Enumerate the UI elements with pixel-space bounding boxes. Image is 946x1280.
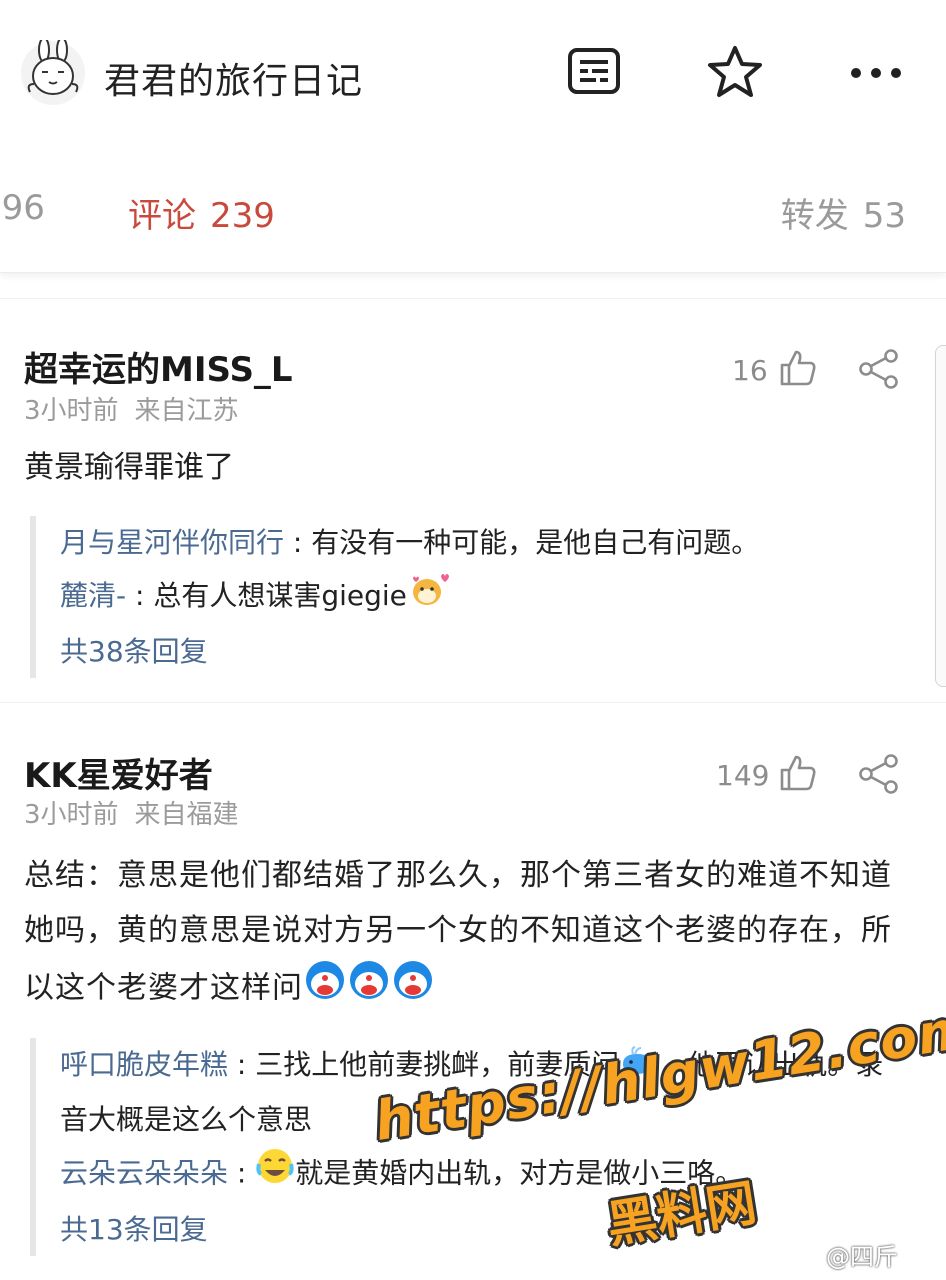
comment-meta: 3小时前 来自福建 xyxy=(24,794,239,831)
comment-username[interactable]: 超幸运的MISS_L xyxy=(24,342,293,391)
favorite-button[interactable] xyxy=(706,44,764,100)
comment-location: 来自江苏 xyxy=(134,396,239,426)
reposts-count: 53 xyxy=(862,196,906,236)
rabbit-avatar-icon xyxy=(21,37,85,105)
comment-like-count[interactable]: 149 xyxy=(716,759,769,792)
comment-location: 来自福建 xyxy=(134,800,239,830)
doraemon-laugh-emoji-icon xyxy=(303,958,435,1020)
hamster-heart-emoji-icon xyxy=(407,570,449,625)
reply-item[interactable]: 麓清- : 总有人想谋害giegie xyxy=(60,569,940,625)
likes-count: 796 xyxy=(0,188,45,228)
tab-comments[interactable]: 评论 239 xyxy=(128,188,275,237)
reply-username[interactable]: 呼口脆皮年糕 xyxy=(60,1048,228,1081)
reply-thread: 月与星河伴你同行 : 有没有一种可能，是他自己有问题。 麓清- : 总有人想谋害… xyxy=(30,516,940,678)
reply-username[interactable]: 麓清- xyxy=(60,579,126,612)
more-button[interactable] xyxy=(846,56,906,90)
tab-reposts[interactable]: 转发 53 xyxy=(781,188,906,237)
reply-count-link[interactable]: 共13条回复 xyxy=(60,1203,940,1256)
comment-text: 黄景瑜得罪谁了 xyxy=(24,450,234,485)
source-watermark: @四斤 xyxy=(826,1243,898,1271)
comment-like-count[interactable]: 16 xyxy=(732,354,768,387)
thumbs-up-icon[interactable] xyxy=(778,348,818,388)
reply-username[interactable]: 云朵云朵朵朵 xyxy=(60,1156,228,1189)
divider xyxy=(0,298,946,299)
blog-avatar[interactable] xyxy=(20,37,86,106)
star-icon xyxy=(708,46,762,97)
laugh-cry-emoji-icon xyxy=(255,1146,295,1203)
comment-time: 3小时前 xyxy=(24,800,119,830)
comment-username[interactable]: KK星爱好者 xyxy=(24,748,213,797)
comment-time: 3小时前 xyxy=(24,396,119,426)
stats-tabs: 796 评论 239 转发 53 xyxy=(0,150,946,273)
more-dots-icon xyxy=(851,68,901,78)
share-icon[interactable] xyxy=(858,348,900,390)
comment-text: 总结：意思是他们都结婚了那么久，那个第三者女的难道不知道她吗，黄的意思是说对方另… xyxy=(24,848,914,1020)
reposts-label: 转发 xyxy=(780,196,849,236)
reader-icon xyxy=(568,48,620,94)
comments-count: 239 xyxy=(210,196,275,236)
reply-item[interactable]: 月与星河伴你同行 : 有没有一种可能，是他自己有问题。 xyxy=(60,516,940,569)
blog-title[interactable]: 君君的旅行日记 xyxy=(104,52,363,104)
comment-text-content: 总结：意思是他们都结婚了那么久，那个第三者女的难道不知道她吗，黄的意思是说对方另… xyxy=(24,858,892,1006)
reply-item[interactable]: 云朵云朵朵朵 : 就是黄婚内出轨，对方是做小三咯。 xyxy=(60,1146,940,1203)
share-icon[interactable] xyxy=(858,753,900,795)
reader-mode-button[interactable] xyxy=(566,46,622,98)
tab-likes[interactable]: 796 xyxy=(0,188,45,228)
reply-username[interactable]: 月与星河伴你同行 xyxy=(60,526,284,559)
top-bar: 君君的旅行日记 xyxy=(0,0,946,150)
comment-meta: 3小时前 来自江苏 xyxy=(24,390,239,427)
reply-text: 总有人想谋害giegie xyxy=(153,579,407,612)
divider xyxy=(0,702,946,703)
reply-text: 有没有一种可能，是他自己有问题。 xyxy=(311,526,760,559)
reply-count-link[interactable]: 共38条回复 xyxy=(60,625,940,678)
comments-label: 评论 xyxy=(128,196,196,236)
thumbs-up-icon[interactable] xyxy=(778,753,818,793)
